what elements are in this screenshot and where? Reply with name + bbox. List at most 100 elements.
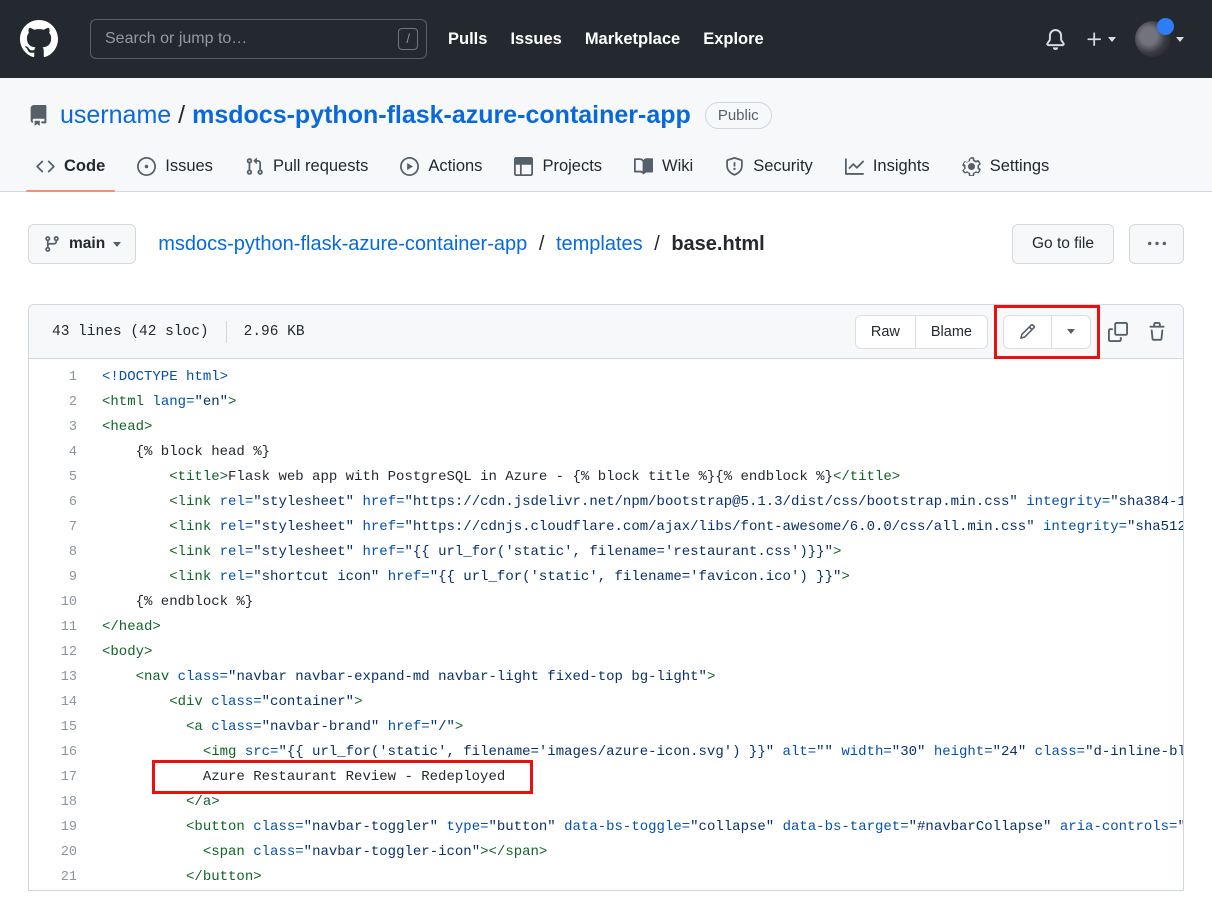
search-box[interactable]: /: [90, 19, 427, 59]
copy-icon: [1108, 322, 1128, 342]
tab-projects[interactable]: Projects: [504, 144, 612, 191]
line-number[interactable]: 10: [29, 590, 77, 615]
nav-explore[interactable]: Explore: [703, 30, 764, 49]
header-nav: Pulls Issues Marketplace Explore: [448, 30, 764, 49]
search-input[interactable]: [105, 30, 398, 48]
code-line: 13 <nav class="navbar navbar-expand-md n…: [29, 665, 1183, 690]
line-number[interactable]: 12: [29, 640, 77, 665]
insights-icon: [845, 157, 864, 176]
edit-button-wrap: [1003, 315, 1091, 349]
code-text: <span class="navbar-toggler-icon"></span…: [77, 840, 547, 865]
raw-button[interactable]: Raw: [856, 316, 915, 348]
repo-tabs: Code Issues Pull requests Actions Projec…: [0, 144, 1212, 192]
line-number[interactable]: 1: [29, 365, 77, 390]
line-number[interactable]: 20: [29, 840, 77, 865]
line-number[interactable]: 2: [29, 390, 77, 415]
chevron-down-icon: [113, 242, 121, 247]
line-number[interactable]: 14: [29, 690, 77, 715]
repo-name-link[interactable]: msdocs-python-flask-azure-container-app: [192, 101, 691, 130]
tab-issues[interactable]: Issues: [127, 144, 223, 191]
settings-gear-icon: [962, 157, 981, 176]
line-number[interactable]: 5: [29, 465, 77, 490]
code-line: 17 Azure Restaurant Review - Redeployed: [29, 765, 1183, 790]
file-actions: Raw Blame: [855, 315, 1167, 349]
line-number[interactable]: 18: [29, 790, 77, 815]
go-to-file-button[interactable]: Go to file: [1012, 224, 1114, 264]
projects-icon: [514, 157, 533, 176]
code-line: 18 </a>: [29, 790, 1183, 815]
user-menu-button[interactable]: [1135, 21, 1184, 57]
code-line: 6 <link rel="stylesheet" href="https://c…: [29, 490, 1183, 515]
tab-settings[interactable]: Settings: [952, 144, 1060, 191]
code-line: 5 <title>Flask web app with PostgreSQL i…: [29, 465, 1183, 490]
branch-icon: [43, 235, 61, 253]
code-text: </button>: [77, 865, 262, 890]
line-number[interactable]: 13: [29, 665, 77, 690]
tab-label: Wiki: [662, 157, 693, 176]
code-text: <a class="navbar-brand" href="/">: [77, 715, 463, 740]
blame-button[interactable]: Blame: [915, 316, 987, 348]
edit-button-group: [1003, 315, 1091, 349]
line-number[interactable]: 11: [29, 615, 77, 640]
pencil-icon: [1019, 323, 1036, 340]
repo-title-row: username / msdocs-python-flask-azure-con…: [0, 78, 1212, 130]
line-number[interactable]: 7: [29, 515, 77, 540]
code-line: 1<!DOCTYPE html>: [29, 365, 1183, 390]
line-number[interactable]: 17: [29, 765, 77, 790]
code-text: <div class="container">: [77, 690, 362, 715]
branch-selector[interactable]: main: [28, 224, 136, 264]
breadcrumb-repo-link[interactable]: msdocs-python-flask-azure-container-app: [158, 233, 527, 255]
file-nav-actions: Go to file: [1012, 224, 1184, 264]
tab-pull-requests[interactable]: Pull requests: [235, 144, 378, 191]
line-number[interactable]: 8: [29, 540, 77, 565]
kebab-icon: [1148, 235, 1166, 253]
file-size: 2.96 KB: [244, 324, 305, 340]
actions-icon: [400, 157, 419, 176]
line-number[interactable]: 6: [29, 490, 77, 515]
breadcrumb: msdocs-python-flask-azure-container-app …: [158, 233, 765, 256]
line-number[interactable]: 9: [29, 565, 77, 590]
breadcrumb-templates-link[interactable]: templates: [556, 233, 643, 255]
edit-file-button[interactable]: [1004, 316, 1051, 348]
nav-issues[interactable]: Issues: [510, 30, 561, 49]
file-header-bar: 43 lines (42 sloc) 2.96 KB Raw Blame: [29, 305, 1183, 359]
nav-marketplace[interactable]: Marketplace: [585, 30, 680, 49]
file-lines-info: 43 lines (42 sloc): [52, 324, 209, 340]
code-line: 8 <link rel="stylesheet" href="{{ url_fo…: [29, 540, 1183, 565]
tab-code[interactable]: Code: [26, 144, 115, 191]
tab-actions[interactable]: Actions: [390, 144, 492, 191]
create-new-button[interactable]: [1085, 30, 1116, 49]
tab-label: Settings: [990, 157, 1050, 176]
code-line: 10 {% endblock %}: [29, 590, 1183, 615]
line-number[interactable]: 3: [29, 415, 77, 440]
code-text: {% block head %}: [77, 440, 270, 465]
tab-insights[interactable]: Insights: [835, 144, 940, 191]
delete-file-button[interactable]: [1147, 322, 1167, 342]
code-text: <body>: [77, 640, 152, 665]
tab-label: Pull requests: [273, 157, 368, 176]
code-text: <link rel="stylesheet" href="{{ url_for(…: [77, 540, 841, 565]
code-line: 20 <span class="navbar-toggler-icon"></s…: [29, 840, 1183, 865]
edit-dropdown-button[interactable]: [1051, 316, 1090, 348]
copy-file-button[interactable]: [1108, 322, 1128, 342]
tab-label: Security: [753, 157, 813, 176]
code-line: 16 <img src="{{ url_for('static', filena…: [29, 740, 1183, 765]
repo-owner-link[interactable]: username: [60, 101, 171, 130]
github-logo-icon[interactable]: [20, 20, 58, 58]
line-number[interactable]: 4: [29, 440, 77, 465]
tab-wiki[interactable]: Wiki: [624, 144, 703, 191]
tab-security[interactable]: Security: [715, 144, 823, 191]
nav-pulls[interactable]: Pulls: [448, 30, 487, 49]
tab-label: Projects: [542, 157, 602, 176]
code-text: <img src="{{ url_for('static', filename=…: [77, 740, 1184, 765]
more-options-button[interactable]: [1129, 224, 1184, 264]
bell-icon[interactable]: [1045, 29, 1066, 50]
line-number[interactable]: 19: [29, 815, 77, 840]
line-number[interactable]: 15: [29, 715, 77, 740]
line-number[interactable]: 16: [29, 740, 77, 765]
repo-header-band: username / msdocs-python-flask-azure-con…: [0, 78, 1212, 192]
breadcrumb-separator: /: [539, 233, 545, 255]
line-number[interactable]: 21: [29, 865, 77, 890]
code-line: 21 </button>: [29, 865, 1183, 890]
tab-label: Issues: [165, 157, 213, 176]
